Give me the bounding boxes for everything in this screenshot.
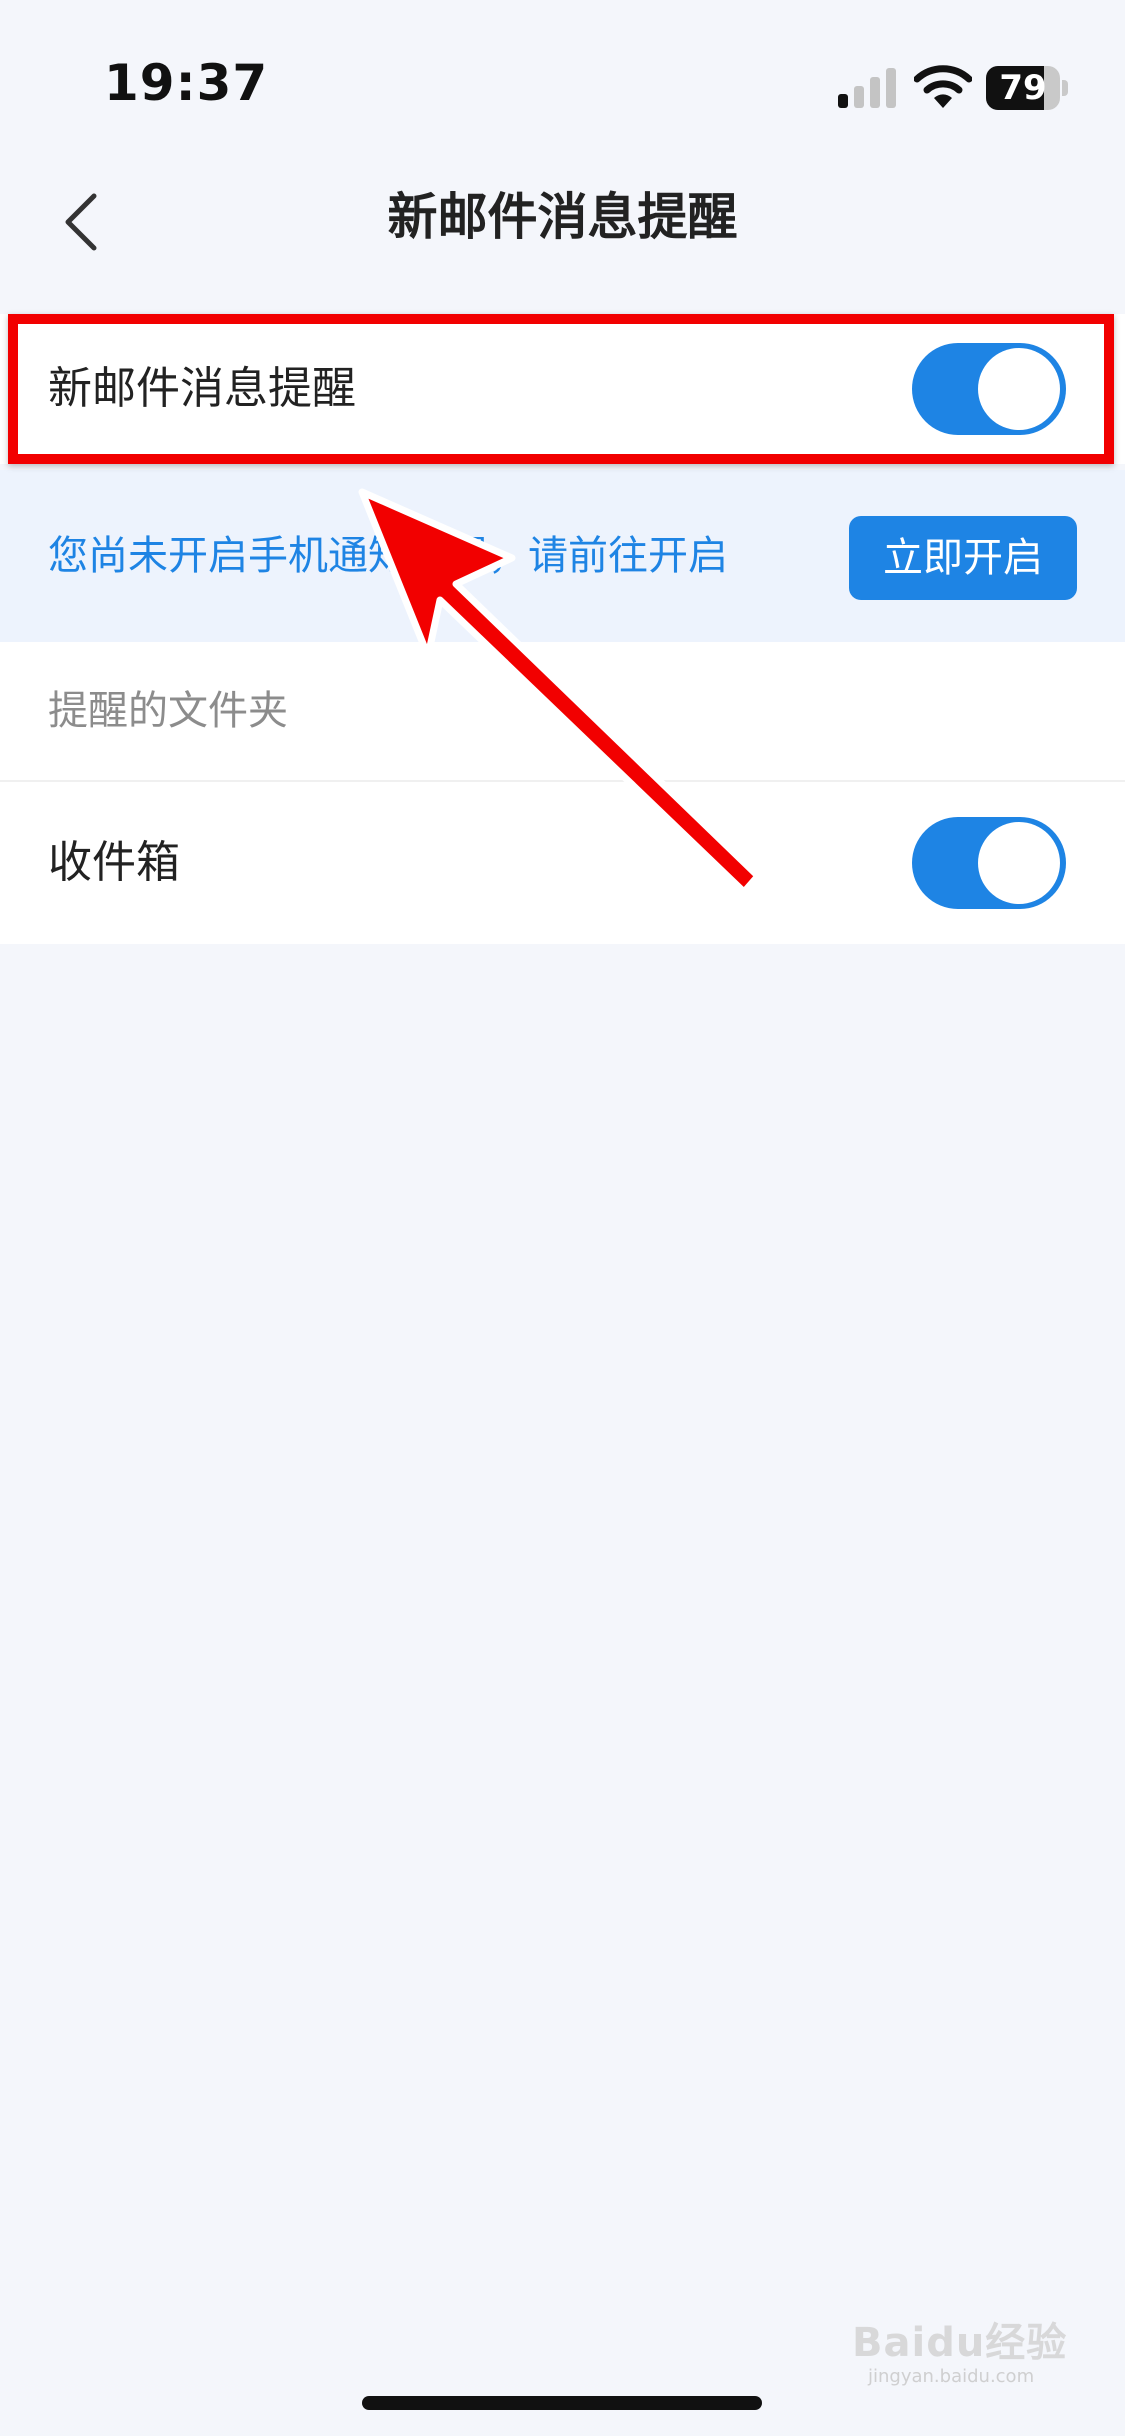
inbox-label: 收件箱 [48, 837, 180, 888]
watermark-logo-text: Baidu经验 [852, 2320, 1068, 2366]
chevron-left-icon [65, 193, 97, 251]
home-indicator[interactable] [362, 2396, 762, 2410]
battery-icon: 79 [986, 66, 1068, 110]
toggle-knob [978, 822, 1060, 904]
back-button[interactable] [48, 180, 138, 270]
navigation-bar: 新邮件消息提醒 [0, 150, 1125, 300]
inbox-alert-toggle[interactable] [912, 817, 1066, 909]
battery-percent: 79 [999, 68, 1047, 108]
status-time: 19:37 [104, 54, 269, 112]
enable-now-button[interactable]: 立即开启 [849, 516, 1077, 600]
red-arrow-annotation-icon [358, 488, 762, 896]
cellular-signal-icon [838, 68, 896, 108]
status-bar: 19:37 79 [0, 0, 1125, 150]
highlight-annotation-box [8, 314, 1114, 464]
alert-folders-label: 提醒的文件夹 [48, 688, 288, 734]
page-title: 新邮件消息提醒 [387, 188, 738, 246]
wifi-icon [914, 65, 972, 108]
watermark-url: jingyan.baidu.com [868, 2366, 1035, 2387]
baidu-watermark: Baidu经验 jingyan.baidu.com [852, 2310, 1082, 2400]
